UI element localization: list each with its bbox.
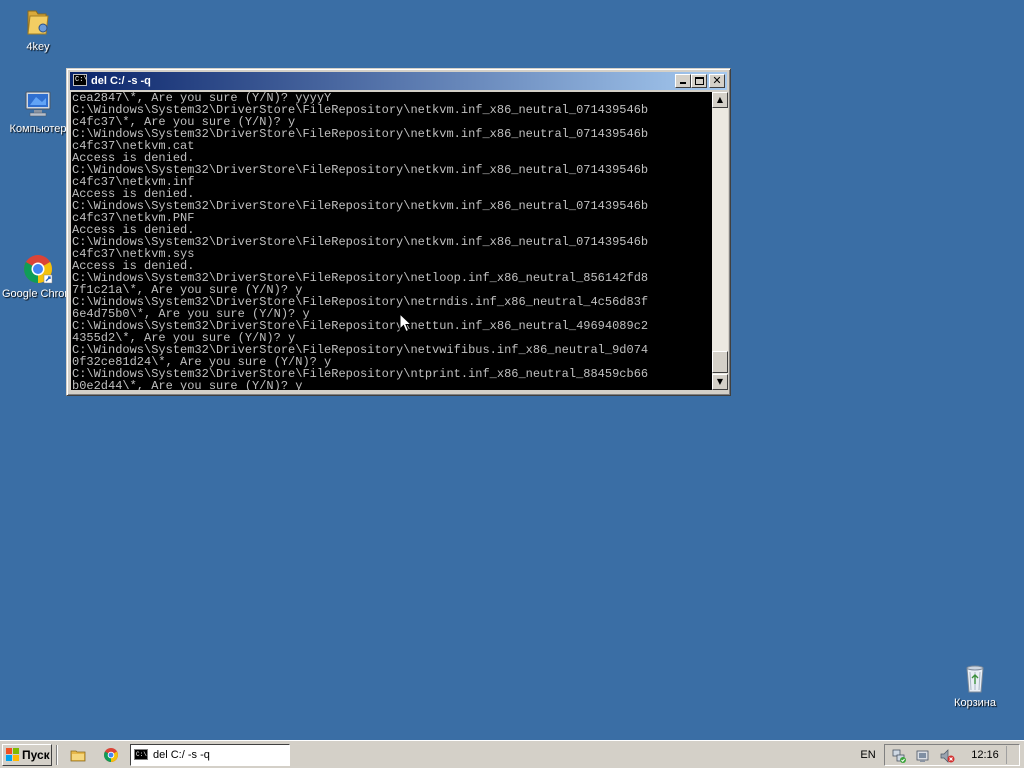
desktop-icon-4key[interactable]: 4key xyxy=(2,6,74,54)
quicklaunch-separator xyxy=(56,745,58,765)
window-title: del C:/ -s -q xyxy=(91,75,151,87)
volume-muted-icon[interactable] xyxy=(939,748,955,764)
recycle-bin-icon xyxy=(959,662,991,694)
desktop-icon-label: Корзина xyxy=(954,697,996,709)
folder-icon xyxy=(22,6,54,38)
minimize-button[interactable] xyxy=(675,74,691,88)
mouse-cursor-icon xyxy=(399,312,413,333)
start-button[interactable]: Пуск xyxy=(2,744,52,766)
cmd-icon[interactable]: C:\ xyxy=(73,74,87,86)
window-controls: ✕ xyxy=(675,74,725,88)
window-titlebar[interactable]: C:\ del C:/ -s -q ✕ xyxy=(70,72,727,90)
minimize-icon xyxy=(680,82,686,84)
maximize-icon xyxy=(695,77,704,85)
explorer-icon[interactable] xyxy=(70,747,86,763)
cmd-icon: C:\ xyxy=(134,749,148,760)
network-icon[interactable] xyxy=(891,748,907,764)
maximize-button[interactable] xyxy=(691,74,707,88)
desktop-icon-label: Google Chrome xyxy=(2,288,74,300)
close-icon: ✕ xyxy=(712,74,722,87)
arrow-down-icon: ▼ xyxy=(716,377,724,386)
scroll-down-button[interactable]: ▼ xyxy=(712,374,728,390)
desktop-icon-computer[interactable]: Компьютер xyxy=(2,88,74,136)
console-text: cea2847\*, Are you sure (Y/N)? yyyyY C:\… xyxy=(72,92,649,390)
taskbar-button-console[interactable]: C:\ del C:/ -s -q xyxy=(130,744,290,766)
language-indicator[interactable]: EN xyxy=(857,745,879,765)
windows-logo-icon xyxy=(6,748,20,762)
vertical-scrollbar[interactable]: ▲ ▼ xyxy=(712,92,728,390)
taskbar: Пуск C:\ del C:/ -s -q EN 12:16 xyxy=(0,740,1024,768)
arrow-up-icon: ▲ xyxy=(716,95,724,104)
chrome-icon xyxy=(22,253,54,285)
show-desktop-button[interactable] xyxy=(1006,746,1017,764)
console-window[interactable]: C:\ del C:/ -s -q ✕ cea2847\*, Are you s… xyxy=(66,68,731,396)
desktop-icon-recycle-bin[interactable]: Корзина xyxy=(939,662,1011,710)
system-tray: 12:16 xyxy=(884,744,1020,766)
clock[interactable]: 12:16 xyxy=(967,745,1003,765)
action-center-icon[interactable] xyxy=(915,748,931,764)
start-label: Пуск xyxy=(22,748,50,762)
scroll-thumb[interactable] xyxy=(712,351,728,373)
desktop-icon-label: Компьютер xyxy=(9,123,67,135)
console-output[interactable]: cea2847\*, Are you sure (Y/N)? yyyyY C:\… xyxy=(71,92,712,390)
computer-icon xyxy=(22,88,54,120)
scroll-up-button[interactable]: ▲ xyxy=(712,92,728,108)
desktop-icon-label: 4key xyxy=(26,41,50,53)
close-button[interactable]: ✕ xyxy=(709,74,725,88)
desktop-icon-google-chrome[interactable]: Google Chrome xyxy=(2,253,74,301)
taskbar-button-label: del C:/ -s -q xyxy=(153,749,210,761)
chrome-icon[interactable] xyxy=(103,747,119,763)
